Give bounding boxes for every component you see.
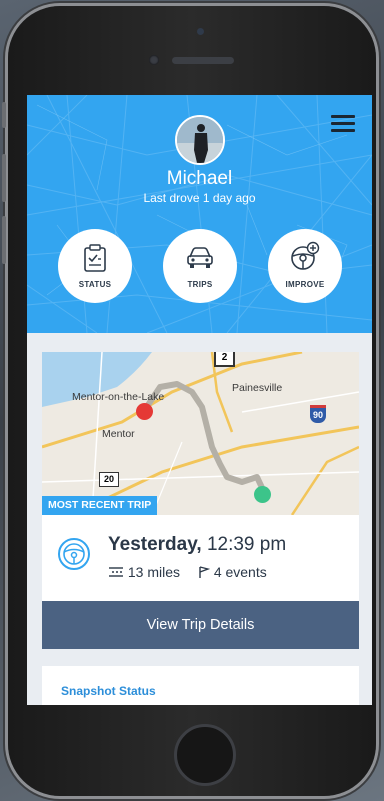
recent-trip-card[interactable]: 2 Painesville Mentor-on-the-Lake Mentor … [42,352,359,649]
map-label-mentor-on-the-lake: Mentor-on-the-Lake [72,391,165,403]
map-label-painesville: Painesville [232,382,283,394]
trips-button[interactable]: TRIPS [163,229,237,303]
trip-day: Yesterday, [108,534,202,555]
app-screen: Michael Last drove 1 day ago STATUS TRIP… [27,95,372,705]
sensor-dot [197,28,204,35]
improve-label: IMPROVE [285,280,325,289]
trip-datetime: Yesterday, 12:39 pm [108,534,286,556]
earpiece-speaker [172,57,234,64]
improve-button[interactable]: IMPROVE [268,229,342,303]
car-icon [187,247,213,268]
user-name: Michael [166,168,233,189]
trip-events: 4 events [198,564,267,580]
trip-time: 12:39 pm [206,534,287,555]
profile-header: Michael Last drove 1 day ago STATUS TRIP… [27,95,372,333]
trip-miles: 13 miles [108,564,180,580]
trips-label: TRIPS [187,280,213,289]
clipboard-icon [84,244,106,272]
start-pin [136,403,153,420]
volume-up-button [2,154,6,202]
end-pin [254,486,271,503]
status-button[interactable]: STATUS [58,229,132,303]
mute-switch [2,102,6,128]
steering-wheel-plus-icon [291,241,320,270]
avatar[interactable] [175,115,225,165]
route-20-shield: 20 [99,472,119,487]
map-label-mentor: Mentor [102,428,135,440]
distance-icon [109,567,123,577]
snapshot-status-title: Snapshot Status [61,684,156,698]
status-label: STATUS [78,280,112,289]
steering-wheel-icon [58,538,90,570]
trip-map[interactable]: 2 Painesville Mentor-on-the-Lake Mentor … [42,352,359,515]
home-button[interactable] [174,724,236,786]
last-drove-text: Last drove 1 day ago [143,191,256,205]
trip-summary: Yesterday, 12:39 pm 13 miles 4 events [42,515,359,601]
flag-icon [199,566,211,578]
front-camera [149,55,159,65]
trip-stats: 13 miles 4 events [108,564,281,580]
trip-events-value: 4 events [213,564,267,580]
hamburger-menu-icon[interactable] [331,115,355,133]
route-2-shield: 2 [214,352,235,367]
volume-down-button [2,216,6,264]
map-roads [42,352,359,515]
view-trip-details-button[interactable]: View Trip Details [42,601,359,649]
snapshot-status-card[interactable]: Snapshot Status [42,666,359,705]
interstate-90-shield: 90 [310,405,326,423]
most-recent-trip-badge: MOST RECENT TRIP [42,496,158,515]
trip-miles-value: 13 miles [127,564,181,580]
